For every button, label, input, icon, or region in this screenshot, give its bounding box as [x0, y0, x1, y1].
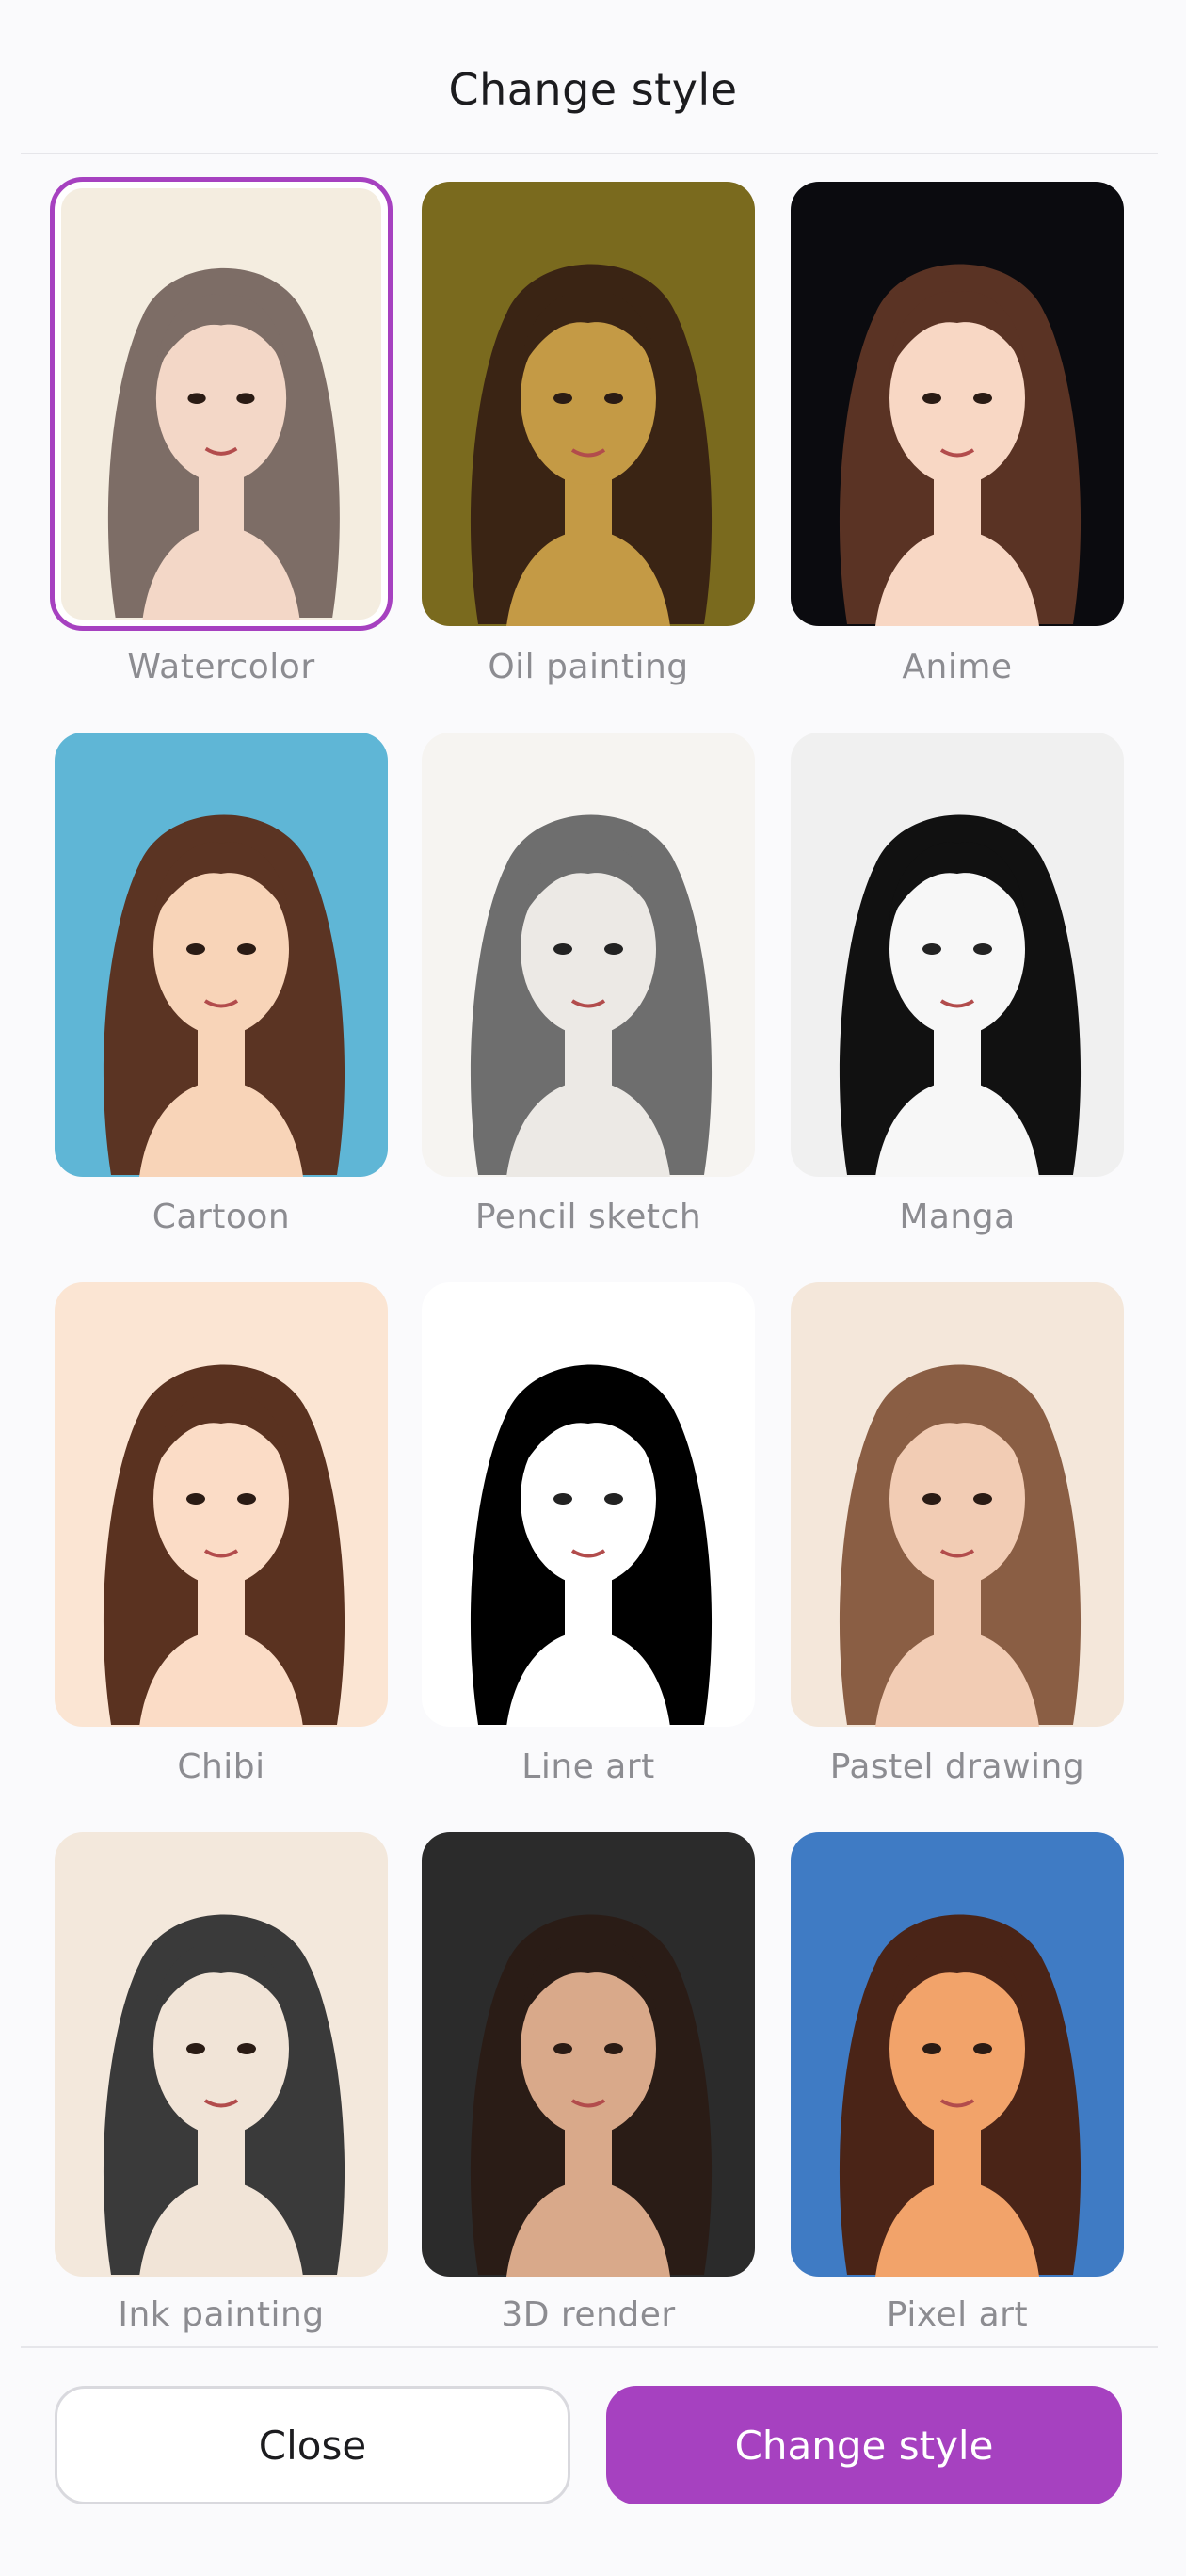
- style-card-3d-render[interactable]: [422, 1832, 755, 2277]
- 3d-render-portrait: [422, 1832, 755, 2277]
- style-label-chibi: Chibi: [177, 1747, 265, 1786]
- manga-portrait: [791, 733, 1124, 1177]
- style-card-chibi[interactable]: [55, 1282, 388, 1727]
- style-label-pencil-sketch: Pencil sketch: [474, 1198, 702, 1236]
- pastel-drawing-portrait: [791, 1282, 1124, 1727]
- line-art-portrait: [422, 1282, 755, 1727]
- style-label-cartoon: Cartoon: [152, 1198, 291, 1236]
- style-label-oil-painting: Oil painting: [488, 648, 689, 686]
- style-card-watercolor[interactable]: [50, 177, 393, 631]
- pencil-sketch-portrait: [422, 733, 755, 1177]
- watercolor-portrait: [61, 188, 381, 620]
- style-card-ink-painting[interactable]: [55, 1832, 388, 2277]
- cartoon-portrait: [55, 733, 388, 1177]
- style-card-pencil-sketch[interactable]: [422, 733, 755, 1177]
- footer-divider: [21, 2346, 1158, 2348]
- close-button[interactable]: Close: [55, 2386, 570, 2504]
- style-label-3d-render: 3D render: [501, 2295, 676, 2334]
- chibi-portrait: [55, 1282, 388, 1727]
- style-grid: Watercolor Oil painting Anime Cartoon Pe…: [0, 0, 1186, 2346]
- anime-portrait: [791, 182, 1124, 626]
- style-card-anime[interactable]: [791, 182, 1124, 626]
- change-style-button[interactable]: Change style: [606, 2386, 1122, 2504]
- style-label-pixel-art: Pixel art: [886, 2295, 1029, 2334]
- style-label-line-art: Line art: [521, 1747, 655, 1786]
- style-card-manga[interactable]: [791, 733, 1124, 1177]
- style-label-anime: Anime: [902, 648, 1013, 686]
- style-card-cartoon[interactable]: [55, 733, 388, 1177]
- style-label-ink-painting: Ink painting: [118, 2295, 325, 2334]
- pixel-art-portrait: [791, 1832, 1124, 2277]
- style-card-pastel-drawing[interactable]: [791, 1282, 1124, 1727]
- oil-painting-portrait: [422, 182, 755, 626]
- style-card-pixel-art[interactable]: [791, 1832, 1124, 2277]
- style-label-manga: Manga: [899, 1198, 1016, 1236]
- style-card-line-art[interactable]: [422, 1282, 755, 1727]
- style-label-watercolor: Watercolor: [127, 648, 315, 686]
- style-card-oil-painting[interactable]: [422, 182, 755, 626]
- style-label-pastel-drawing: Pastel drawing: [829, 1747, 1085, 1786]
- ink-painting-portrait: [55, 1832, 388, 2277]
